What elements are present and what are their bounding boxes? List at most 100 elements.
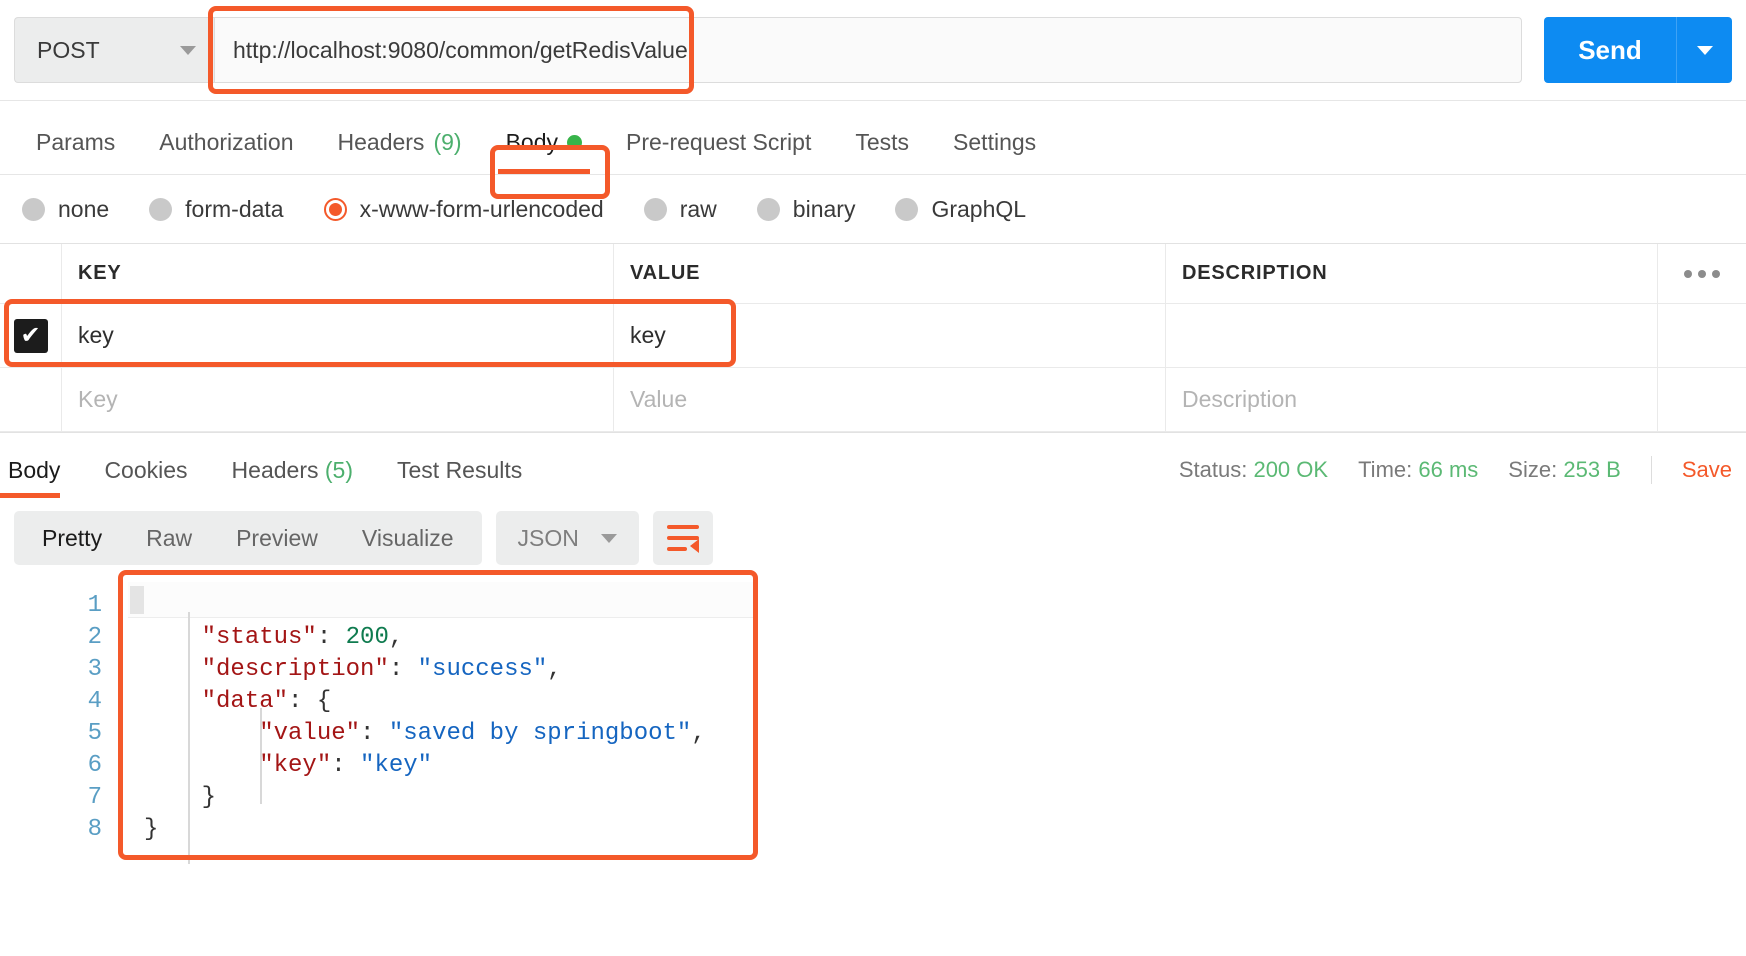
tab-label: Cookies [104,457,187,483]
radio-icon [895,198,918,221]
tab-label: Body [506,129,558,156]
chevron-down-icon [601,534,617,543]
view-visualize[interactable]: Visualize [340,525,476,552]
line-number: 3 [0,654,102,686]
radio-icon [22,198,45,221]
code-fold-toggle[interactable] [130,586,144,614]
radio-label: none [58,196,109,223]
bulk-edit-menu-button[interactable] [1658,244,1746,303]
code-content[interactable]: { "status": 200, "description": "success… [120,578,1746,868]
size-metric: Size: 253 B [1508,457,1621,483]
code-token: : [317,624,346,651]
status-value: 200 OK [1253,457,1328,482]
body-type-none[interactable]: none [22,196,109,223]
time-value: 66 ms [1418,457,1478,482]
http-method-select[interactable]: POST [14,17,214,83]
line-number: 5 [0,718,102,750]
chevron-down-icon [180,46,196,55]
table-header-row: KEY VALUE DESCRIPTION [0,244,1746,304]
tab-headers[interactable]: Headers (9) [316,129,484,174]
body-type-binary[interactable]: binary [757,196,856,223]
tab-label: Test Results [397,457,522,483]
code-token: "status" [202,624,317,651]
tab-label: Headers [338,129,425,156]
radio-icon [757,198,780,221]
code-token [144,720,259,747]
code-token: , [547,656,561,683]
tab-label: Pre-request Script [626,129,811,156]
indent-guide [260,708,262,804]
size-label: Size: [1508,457,1557,482]
placeholder-checkbox-cell [0,368,62,431]
row-checkbox[interactable]: ✔ [14,319,48,353]
send-button[interactable]: Send [1544,17,1676,83]
response-meta: Status: 200 OK Time: 66 ms Size: 253 B S… [1179,456,1732,498]
response-format-select[interactable]: JSON [496,511,639,565]
row-actions-cell[interactable] [1658,304,1746,367]
ellipsis-icon [1684,270,1720,278]
view-pretty[interactable]: Pretty [20,525,124,552]
tab-label: Tests [855,129,909,156]
response-tab-test-results[interactable]: Test Results [375,457,544,498]
response-body-viewer: 1 2 3 4 5 6 7 8 { "status": 200, "descri… [0,578,1746,868]
body-type-form-data[interactable]: form-data [149,196,283,223]
row-checkbox-cell: ✔ [0,304,62,367]
row-description-cell[interactable] [1166,304,1658,367]
column-label: VALUE [630,262,700,285]
radio-icon [149,198,172,221]
response-header: Body Cookies Headers (5) Test Results St… [0,432,1746,498]
code-line: "description": "success", [144,654,1746,686]
response-tab-body[interactable]: Body [0,457,82,498]
view-raw[interactable]: Raw [124,525,214,552]
save-response-link[interactable]: Save [1682,457,1732,483]
tab-count: (5) [325,457,353,483]
wrap-lines-button[interactable] [653,511,713,565]
code-token: 200 [346,624,389,651]
row-key-cell[interactable]: key [62,304,614,367]
header-cell-value: VALUE [614,244,1166,303]
tab-settings[interactable]: Settings [931,129,1058,174]
code-token: "success" [418,656,548,683]
line-number: 8 [0,814,102,846]
row-value-cell[interactable]: key [614,304,1166,367]
code-token: } [144,784,216,811]
view-preview[interactable]: Preview [214,525,340,552]
line-number: 2 [0,622,102,654]
new-description-input[interactable]: Description [1166,368,1658,431]
line-number-gutter: 1 2 3 4 5 6 7 8 [0,578,120,868]
body-type-raw[interactable]: raw [644,196,717,223]
code-token: "description" [202,656,389,683]
response-tab-cookies[interactable]: Cookies [82,457,209,498]
header-checkbox-cell [0,244,62,303]
body-type-graphql[interactable]: GraphQL [895,196,1026,223]
new-value-input[interactable]: Value [614,368,1166,431]
body-type-x-www-form-urlencoded[interactable]: x-www-form-urlencoded [324,196,604,223]
size-value: 253 B [1563,457,1621,482]
status-metric: Status: 200 OK [1179,457,1328,483]
tab-label: Settings [953,129,1036,156]
response-tab-headers[interactable]: Headers (5) [210,457,375,498]
code-token [144,752,259,779]
column-label: DESCRIPTION [1182,262,1327,285]
tab-params[interactable]: Params [14,129,137,174]
active-line-highlight [128,582,754,618]
new-key-input[interactable]: Key [62,368,614,431]
format-label: JSON [518,525,579,552]
http-method-label: POST [37,37,100,64]
time-label: Time: [1358,457,1412,482]
send-options-button[interactable] [1676,17,1732,83]
time-metric: Time: 66 ms [1358,457,1478,483]
tab-authorization[interactable]: Authorization [137,129,315,174]
tab-body[interactable]: Body [484,129,604,174]
request-tab-bar: Params Authorization Headers (9) Body Pr… [0,101,1746,175]
url-input[interactable] [214,17,1522,83]
line-number: 1 [0,590,102,622]
code-token: , [389,624,403,651]
header-cell-key: KEY [62,244,614,303]
code-line: } [144,782,1746,814]
body-type-radio-group: none form-data x-www-form-urlencoded raw… [0,175,1746,243]
code-token: , [691,720,705,747]
radio-label: form-data [185,196,283,223]
tab-tests[interactable]: Tests [833,129,931,174]
tab-pre-request-script[interactable]: Pre-request Script [604,129,833,174]
